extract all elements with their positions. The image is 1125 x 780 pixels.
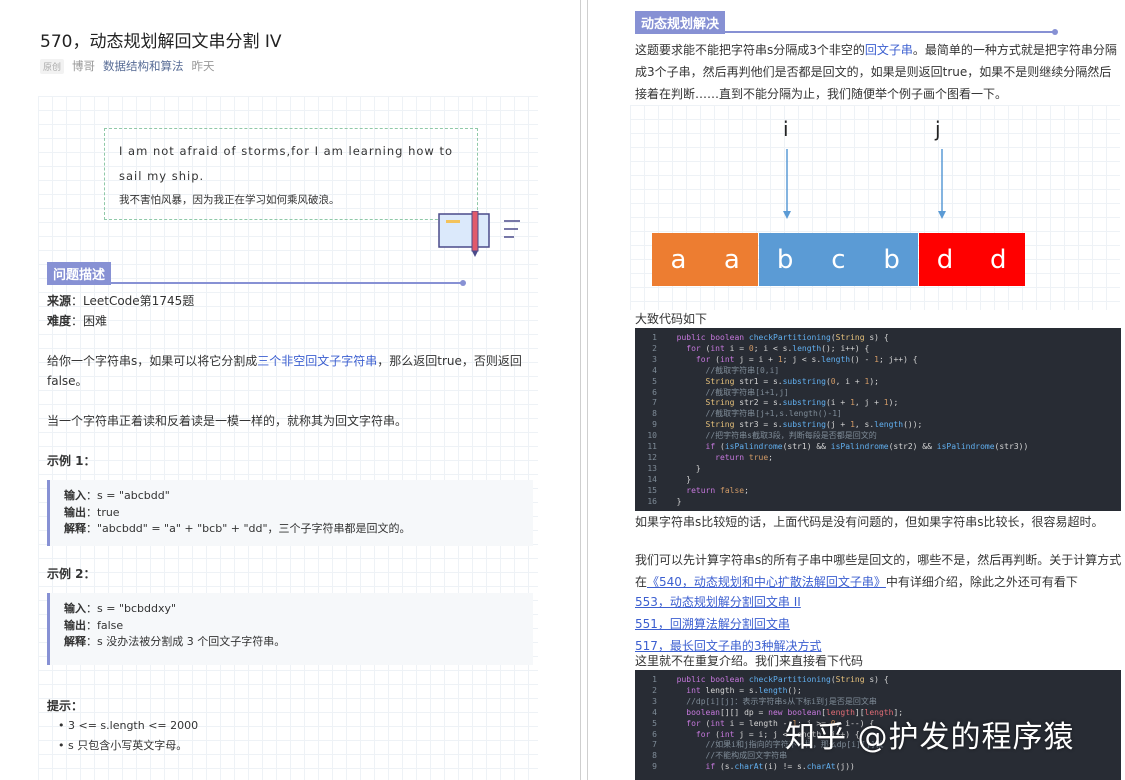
code-caption: 大致代码如下 (635, 312, 708, 326)
string-cell: b (758, 233, 812, 286)
section-title-problem: 问题描述 (47, 262, 467, 286)
column-link[interactable]: 数据结构和算法 (103, 58, 184, 74)
p1-text-a: 这题要求能不能把字符串s分隔成3个非空的 (635, 43, 865, 57)
hint-item: 3 <= s.length <= 2000 (58, 716, 546, 736)
p3-text-b: 中有详细介绍，除此之外还可有看下 (885, 575, 1078, 589)
hint-list: 3 <= s.length <= 2000 s 只包含小写英文字母。 (58, 716, 546, 756)
left-article-panel: 570，动态规划解回文串分割 IV 原创 博哥 数据结构和算法 昨天 I am … (0, 0, 580, 780)
solution-paragraph-1: 这题要求能不能把字符串s分隔成3个非空的回文子串。最简单的一种方式就是把字符串分… (635, 39, 1122, 105)
related-links: 553，动态规划解分割回文串 II 551，回溯算法解分割回文串 517，最长回… (635, 591, 1122, 657)
original-badge: 原创 (40, 58, 65, 74)
output-value: ：false (86, 618, 124, 632)
string-cell: d (971, 233, 1025, 286)
page-divider (580, 0, 588, 780)
example-2-title: 示例 2： (47, 567, 96, 581)
explain-label: 解释 (64, 522, 86, 535)
section-title-solution: 动态规划解决 (635, 11, 1059, 35)
code-block-1: 1 public boolean checkPartitioning(Strin… (635, 328, 1121, 511)
string-cell: b (865, 233, 919, 286)
article-link-553[interactable]: 553，动态规划解分割回文串 II (635, 595, 801, 609)
source-value: ：LeetCode第1745题 (71, 294, 195, 308)
section-underline (725, 29, 1059, 35)
pointer-arrows (783, 149, 946, 219)
author-name[interactable]: 博哥 (72, 58, 95, 74)
article-title: 570，动态规划解回文串分割 IV (40, 32, 282, 52)
problem-source: 来源：LeetCode第1745题 (47, 291, 535, 311)
output-label: 输出 (64, 505, 86, 519)
solution-paragraph-4: 这里就不在重复介绍。我们来直接看下代码 (635, 654, 864, 668)
string-cell: a (705, 233, 759, 286)
publish-date: 昨天 (191, 59, 215, 73)
explain-label: 解释 (64, 635, 86, 648)
output-value: ：true (86, 505, 120, 519)
problem-difficulty: 难度：困难 (47, 311, 535, 331)
pointer-diagram: i j aabcbdd (630, 105, 1120, 310)
article-meta: 原创 博哥 数据结构和算法 昨天 (40, 58, 215, 74)
input-label: 输入 (64, 489, 86, 502)
desc-highlight-link[interactable]: 三个非空回文子字符串 (257, 354, 377, 368)
difficulty-label: 难度 (47, 314, 72, 328)
example-1-title: 示例 1： (47, 454, 96, 468)
section-tag: 动态规划解决 (635, 11, 726, 34)
right-article-panel: 动态规划解决 这题要求能不能把字符串s分隔成3个非空的回文子串。最简单的一种方式… (590, 0, 1125, 780)
article-link-551[interactable]: 551，回溯算法解分割回文串 (635, 617, 790, 631)
string-cell: a (652, 233, 705, 286)
article-body: I am not afraid of storms,for I am learn… (38, 96, 538, 780)
input-value: ：s = "abcbdd" (86, 489, 170, 502)
difficulty-value: ：困难 (71, 314, 108, 328)
p1-highlight-link[interactable]: 回文子串 (865, 43, 913, 57)
string-cell: d (918, 233, 972, 286)
quote-english: I am not afraid of storms,for I am learn… (119, 144, 454, 183)
string-cell: c (811, 233, 865, 286)
problem-description: 给你一个字符串s，如果可以将它分割成三个非空回文子字符串，那么返回true，否则… (47, 351, 535, 391)
input-value: ：s = "bcbddxy" (86, 602, 177, 615)
hint-item: s 只包含小写英文字母。 (58, 736, 546, 756)
example-2-block: 输入：s = "bcbddxy" 输出：false 解释：s 没办法被分割成 3… (47, 593, 533, 665)
problem-description-2: 当一个字符串正着读和反着读是一模一样的，就称其为回文字符串。 (47, 414, 408, 428)
input-label: 输入 (64, 602, 86, 615)
quote-chinese: 我不害怕风暴，因为我正在学习如何乘风破浪。 (119, 194, 340, 206)
zhihu-watermark: 知乎 @护发的程序猿 (785, 720, 1075, 755)
desc-text-a: 给你一个字符串s，如果可以将它分割成 (47, 354, 258, 368)
section-underline (111, 280, 467, 286)
solution-paragraph-2: 如果字符串s比较短的话，上面代码是没有问题的，但如果字符串s比较长，很容易超时。 (635, 515, 1104, 529)
example-1-block: 输入：s = "abcbdd" 输出：true 解释："abcbdd" = "a… (47, 480, 533, 546)
output-label: 输出 (64, 618, 86, 632)
article-link-540[interactable]: 《540，动态规划和中心扩散法解回文子串》 (647, 575, 886, 589)
explain-value: ："abcbdd" = "a" + "bcb" + "dd"，三个子字符串都是回… (86, 522, 411, 535)
explain-value: ：s 没办法被分割成 3 个回文子字符串。 (86, 635, 286, 648)
section-tag: 问题描述 (47, 262, 112, 285)
hint-title: 提示： (47, 699, 84, 713)
solution-paragraph-3: 我们可以先计算字符串s的所有子串中哪些是回文的，哪些不是，然后再判断。关于计算方… (635, 549, 1122, 593)
page: 570，动态规划解回文串分割 IV 原创 博哥 数据结构和算法 昨天 I am … (0, 0, 1125, 780)
source-label: 来源 (47, 294, 72, 308)
quote-box: I am not afraid of storms,for I am learn… (104, 128, 478, 220)
notebook-pencil-icon (438, 211, 520, 257)
